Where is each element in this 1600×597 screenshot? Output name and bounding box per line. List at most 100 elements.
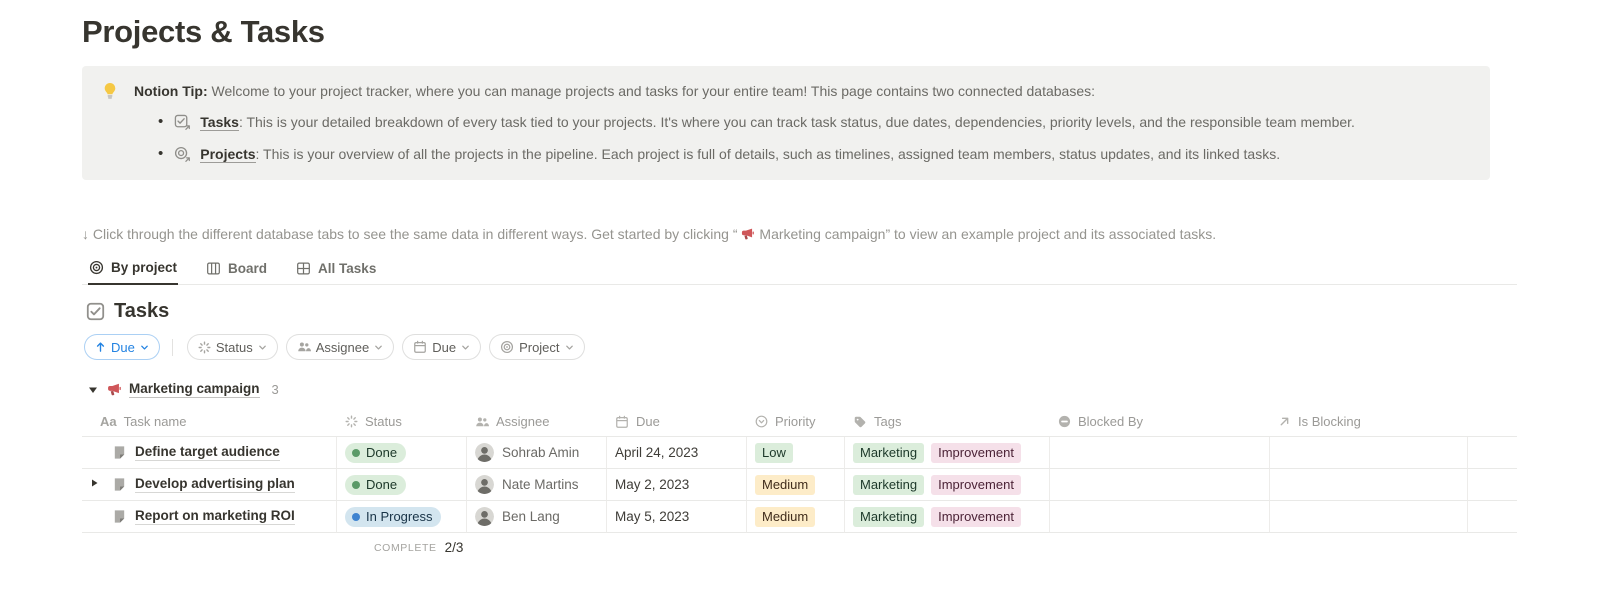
- callout-bullet-tasks: • Tasks: This is your detailed breakdown…: [158, 112, 1472, 132]
- tag-chip-marketing[interactable]: Marketing: [853, 475, 924, 495]
- column-header-extra: [1468, 407, 1517, 437]
- extra-cell: [1468, 469, 1517, 501]
- column-header-status[interactable]: Status: [337, 407, 467, 437]
- column-header-priority[interactable]: Priority: [747, 407, 845, 437]
- expand-triangle-icon[interactable]: [90, 478, 99, 488]
- assignee-name: Ben Lang: [502, 509, 560, 524]
- database-view-tabs: By project Board All Tasks: [82, 255, 1517, 285]
- arrow-up-right-icon: [1278, 415, 1291, 428]
- status-cell[interactable]: In Progress: [337, 501, 467, 533]
- task-title-link[interactable]: Define target audience: [135, 444, 280, 461]
- task-name-cell[interactable]: Define target audience: [82, 437, 337, 469]
- priority-chip-medium[interactable]: Medium: [755, 507, 815, 527]
- is-blocking-cell[interactable]: [1270, 501, 1468, 533]
- priority-cell[interactable]: Medium: [747, 469, 845, 501]
- notion-tip-callout: Notion Tip: Welcome to your project trac…: [82, 66, 1490, 180]
- filter-label: Status: [216, 340, 253, 355]
- megaphone-icon: [740, 227, 754, 241]
- select-circle-icon: [755, 415, 768, 428]
- task-row-define-target-audience[interactable]: Define target audience Done Sohrab Amin …: [82, 437, 1517, 469]
- blocked-by-cell[interactable]: [1050, 501, 1270, 533]
- text-type-icon: Aa: [100, 414, 117, 429]
- assignee-cell[interactable]: Ben Lang: [467, 501, 607, 533]
- tasks-database-link[interactable]: Tasks: [200, 114, 239, 131]
- filter-status-button[interactable]: Status: [187, 334, 278, 360]
- avatar: [475, 475, 494, 494]
- priority-cell[interactable]: Low: [747, 437, 845, 469]
- extra-cell: [1468, 501, 1517, 533]
- group-name-link[interactable]: Marketing campaign: [129, 381, 260, 398]
- blocked-by-cell[interactable]: [1050, 437, 1270, 469]
- filter-due-button[interactable]: Due: [402, 334, 481, 360]
- status-dot: [352, 449, 360, 457]
- column-header-due[interactable]: Due: [607, 407, 747, 437]
- sort-due-button[interactable]: Due: [84, 334, 160, 360]
- instruction-text-after: Marketing campaign” to view an example p…: [756, 226, 1217, 242]
- status-chip-done[interactable]: Done: [345, 443, 406, 463]
- collapse-triangle-icon[interactable]: [88, 385, 98, 395]
- callout-bullet-projects: • Projects: This is your overview of all…: [158, 144, 1472, 164]
- projects-database-link[interactable]: Projects: [200, 146, 255, 163]
- status-cell[interactable]: Done: [337, 437, 467, 469]
- tasks-section-title: Tasks: [114, 300, 169, 323]
- status-icon: [345, 415, 358, 428]
- status-chip-in-progress[interactable]: In Progress: [345, 507, 441, 527]
- filter-assignee-button[interactable]: Assignee: [286, 334, 394, 360]
- task-title-link[interactable]: Report on marketing ROI: [135, 508, 295, 525]
- tab-by-project[interactable]: By project: [88, 255, 178, 285]
- task-row-develop-advertising-plan[interactable]: Develop advertising plan Done Nate Marti…: [82, 469, 1517, 501]
- column-header-task-name[interactable]: AaTask name: [82, 407, 337, 437]
- due-date: April 24, 2023: [615, 445, 698, 460]
- tags-cell[interactable]: Marketing Improvement: [845, 469, 1050, 501]
- calc-value: 2/3: [445, 540, 464, 555]
- callout-intro: Notion Tip: Welcome to your project trac…: [134, 81, 1095, 101]
- due-cell[interactable]: May 2, 2023: [607, 469, 747, 501]
- bullet-dot: •: [158, 144, 163, 164]
- status-cell[interactable]: Done: [337, 469, 467, 501]
- target-icon: [500, 340, 514, 354]
- tab-board[interactable]: Board: [205, 255, 268, 284]
- tag-icon: [853, 415, 867, 429]
- tab-label: Board: [228, 261, 267, 276]
- chevron-down-icon: [258, 343, 267, 352]
- due-cell[interactable]: April 24, 2023: [607, 437, 747, 469]
- avatar: [475, 507, 494, 526]
- sort-label: Due: [111, 340, 135, 355]
- column-header-is-blocking[interactable]: Is Blocking: [1270, 407, 1468, 437]
- tag-chip-marketing[interactable]: Marketing: [853, 507, 924, 527]
- task-row-report-on-marketing-roi[interactable]: Report on marketing ROI In Progress Ben …: [82, 501, 1517, 533]
- tags-cell[interactable]: Marketing Improvement: [845, 437, 1050, 469]
- priority-cell[interactable]: Medium: [747, 501, 845, 533]
- extra-cell: [1468, 437, 1517, 469]
- assignee-cell[interactable]: Nate Martins: [467, 469, 607, 501]
- priority-chip-low[interactable]: Low: [755, 443, 793, 463]
- status-calc-footer[interactable]: COMPLETE 2/3: [374, 540, 1517, 555]
- task-name-cell[interactable]: Report on marketing ROI: [82, 501, 337, 533]
- filter-label: Assignee: [316, 340, 369, 355]
- task-name-cell[interactable]: Develop advertising plan: [82, 469, 337, 501]
- callout-intro-label: Notion Tip:: [134, 83, 208, 99]
- column-header-assignee[interactable]: Assignee: [467, 407, 607, 437]
- bullet-dot: •: [158, 112, 163, 132]
- task-title-link[interactable]: Develop advertising plan: [135, 476, 295, 493]
- tag-chip-marketing[interactable]: Marketing: [853, 443, 924, 463]
- is-blocking-cell[interactable]: [1270, 469, 1468, 501]
- priority-chip-medium[interactable]: Medium: [755, 475, 815, 495]
- is-blocking-cell[interactable]: [1270, 437, 1468, 469]
- tag-chip-improvement[interactable]: Improvement: [931, 443, 1021, 463]
- due-cell[interactable]: May 5, 2023: [607, 501, 747, 533]
- tags-cell[interactable]: Marketing Improvement: [845, 501, 1050, 533]
- filter-project-button[interactable]: Project: [489, 334, 584, 360]
- status-dot: [352, 481, 360, 489]
- column-header-blocked-by[interactable]: Blocked By: [1050, 407, 1270, 437]
- blocked-by-cell[interactable]: [1050, 469, 1270, 501]
- projects-database-icon: [174, 146, 191, 163]
- page-icon: [112, 477, 127, 492]
- column-header-tags[interactable]: Tags: [845, 407, 1050, 437]
- tag-chip-improvement[interactable]: Improvement: [931, 475, 1021, 495]
- tag-chip-improvement[interactable]: Improvement: [931, 507, 1021, 527]
- tab-all-tasks[interactable]: All Tasks: [295, 255, 377, 284]
- filter-bar: Due Status Assignee Due Project: [82, 334, 1600, 360]
- status-chip-done[interactable]: Done: [345, 475, 406, 495]
- assignee-cell[interactable]: Sohrab Amin: [467, 437, 607, 469]
